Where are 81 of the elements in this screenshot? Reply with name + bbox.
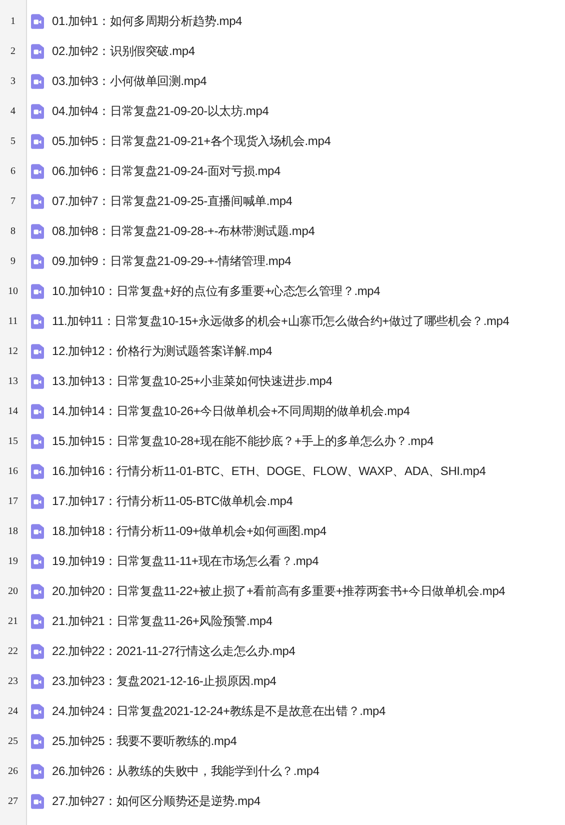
line-number: 21 — [7, 616, 19, 626]
line-number: 16 — [7, 466, 19, 476]
video-file-icon — [31, 674, 44, 688]
file-name[interactable]: 06.加钟6：日常复盘21-09-24-面对亏损.mp4 — [52, 162, 280, 180]
video-file-icon — [31, 194, 44, 208]
video-file-icon — [31, 344, 44, 358]
video-file-icon — [31, 644, 44, 658]
line-number: 5 — [10, 136, 16, 146]
file-name[interactable]: 07.加钟7：日常复盘21-09-25-直播间喊单.mp4 — [52, 192, 292, 210]
video-file-icon — [31, 314, 44, 328]
line-number: 25 — [7, 736, 19, 746]
line-number: 6 — [10, 166, 16, 176]
file-name[interactable]: 13.加钟13：日常复盘10-25+小韭菜如何快速进步.mp4 — [52, 372, 332, 390]
line-number: 4 — [10, 106, 16, 116]
line-number: 19 — [7, 556, 19, 566]
line-number: 12 — [7, 346, 19, 356]
line-number: 3 — [10, 76, 16, 86]
file-name[interactable]: 02.加钟2：识别假突破.mp4 — [52, 42, 195, 60]
video-file-icon — [31, 14, 44, 28]
video-file-icon — [31, 284, 44, 298]
file-name[interactable]: 15.加钟15：日常复盘10-28+现在能不能抄底？+手上的多单怎么办？.mp4 — [52, 432, 434, 450]
file-name[interactable]: 11.加钟11：日常复盘10-15+永远做多的机会+山寨币怎么做合约+做过了哪些机会？.mp4 — [52, 312, 510, 330]
video-file-icon — [31, 74, 44, 88]
video-file-icon — [31, 584, 44, 598]
line-number: 14 — [7, 406, 19, 416]
video-file-icon — [31, 464, 44, 478]
line-number: 9 — [10, 256, 16, 266]
file-name[interactable]: 04.加钟4：日常复盘21-09-20-以太坊.mp4 — [52, 102, 269, 120]
video-file-icon — [31, 254, 44, 268]
video-file-icon — [31, 374, 44, 388]
file-name[interactable]: 18.加钟18：行情分析11-09+做单机会+如何画图.mp4 — [52, 522, 326, 540]
file-name[interactable]: 12.加钟12：价格行为测试题答案详解.mp4 — [52, 342, 272, 360]
file-name[interactable]: 09.加钟9：日常复盘21-09-29-+-情绪管理.mp4 — [52, 252, 292, 270]
file-name[interactable]: 01.加钟1：如何多周期分析趋势.mp4 — [52, 12, 242, 30]
video-file-icon — [31, 434, 44, 448]
video-file-icon — [31, 524, 44, 538]
file-name[interactable]: 25.加钟25：我要不要听教练的.mp4 — [52, 732, 237, 750]
file-name[interactable]: 19.加钟19：日常复盘11-11+现在市场怎么看？.mp4 — [52, 552, 319, 570]
video-file-icon — [31, 404, 44, 418]
video-file-icon — [31, 44, 44, 58]
file-name[interactable]: 10.加钟10：日常复盘+好的点位有多重要+心态怎么管理？.mp4 — [52, 282, 380, 300]
line-number: 26 — [7, 766, 19, 776]
video-file-icon — [31, 224, 44, 238]
line-number: 23 — [7, 676, 19, 686]
line-number: 11 — [7, 316, 19, 326]
video-file-icon — [31, 734, 44, 748]
video-file-icon — [31, 704, 44, 718]
line-number: 7 — [10, 196, 16, 206]
file-name[interactable]: 16.加钟16：行情分析11-01-BTC、ETH、DOGE、FLOW、WAXP、ADA、SHI.mp4 — [52, 462, 486, 480]
video-file-icon — [31, 494, 44, 508]
line-number: 2 — [10, 46, 16, 56]
file-name[interactable]: 03.加钟3：小何做单回测.mp4 — [52, 72, 207, 90]
file-name[interactable]: 14.加钟14：日常复盘10-26+今日做单机会+不同周期的做单机会.mp4 — [52, 402, 410, 420]
line-number: 13 — [7, 376, 19, 386]
file-name[interactable]: 21.加钟21：日常复盘11-26+风险预警.mp4 — [52, 612, 272, 630]
video-file-icon — [31, 614, 44, 628]
file-name[interactable]: 20.加钟20：日常复盘11-22+被止损了+看前高有多重要+推荐两套书+今日做单机会.mp4 — [52, 582, 506, 600]
file-name[interactable]: 17.加钟17：行情分析11-05-BTC做单机会.mp4 — [52, 492, 293, 510]
file-name[interactable]: 26.加钟26：从教练的失败中，我能学到什么？.mp4 — [52, 762, 320, 780]
file-name[interactable]: 24.加钟24：日常复盘2021-12-24+教练是不是故意在出错？.mp4 — [52, 702, 386, 720]
line-number: 27 — [7, 796, 19, 806]
video-file-icon — [31, 794, 44, 808]
line-number: 15 — [7, 436, 19, 446]
file-name[interactable]: 27.加钟27：如何区分顺势还是逆势.mp4 — [52, 792, 260, 810]
video-file-icon — [31, 764, 44, 778]
line-number: 1 — [10, 16, 16, 26]
line-number: 22 — [7, 646, 19, 656]
line-number: 20 — [7, 586, 19, 596]
video-file-icon — [31, 134, 44, 148]
file-name[interactable]: 23.加钟23：复盘2021-12-16-止损原因.mp4 — [52, 672, 276, 690]
file-name[interactable]: 05.加钟5：日常复盘21-09-21+各个现货入场机会.mp4 — [52, 132, 331, 150]
line-number: 10 — [7, 286, 19, 296]
file-name[interactable]: 08.加钟8：日常复盘21-09-28-+-布林带测试题.mp4 — [52, 222, 315, 240]
video-file-icon — [31, 554, 44, 568]
video-file-icon — [31, 164, 44, 178]
line-number: 17 — [7, 496, 19, 506]
line-number: 8 — [10, 226, 16, 236]
video-file-icon — [31, 104, 44, 118]
file-name[interactable]: 22.加钟22：2021-11-27行情这么走怎么办.mp4 — [52, 642, 296, 660]
line-number: 24 — [7, 706, 19, 716]
line-number: 18 — [7, 526, 19, 536]
